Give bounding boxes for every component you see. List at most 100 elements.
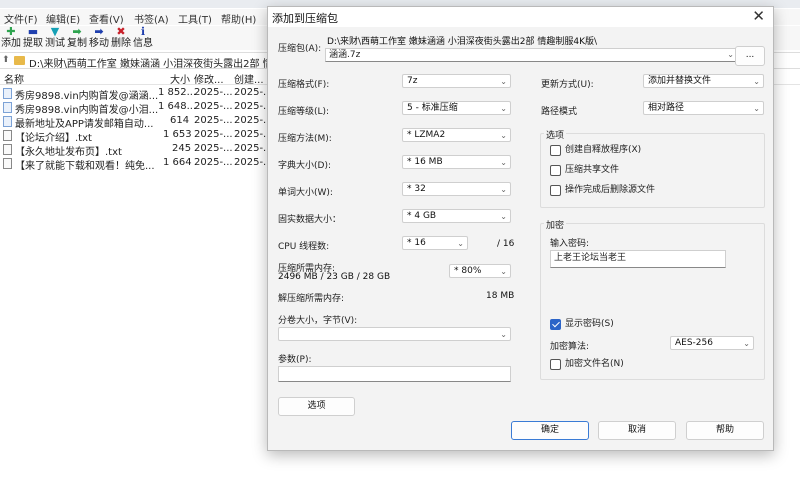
text-file-icon: [3, 158, 12, 169]
chevron-down-icon: ⌄: [500, 77, 507, 86]
browse-button[interactable]: ...: [735, 46, 765, 66]
folder-icon: [14, 56, 25, 65]
method-select[interactable]: * LZMA2 ⌄: [402, 128, 511, 142]
solid-block-label: 固实数据大小：: [278, 215, 342, 225]
archive-label: 压缩包(A):: [278, 44, 322, 54]
threads-label: CPU 线程数:: [278, 242, 330, 252]
password-label: 输入密码:: [550, 239, 590, 249]
menu-file[interactable]: 文件(F): [4, 11, 38, 26]
info-icon: ℹ: [140, 25, 146, 38]
image-file-icon: [3, 102, 12, 113]
text-file-icon: [3, 144, 12, 155]
chevron-down-icon: ⌄: [500, 267, 507, 276]
file-row[interactable]: 秀房9898.vin内购首发@涵涵... 1 852... 2025-... 2…: [0, 86, 273, 102]
address-path: D:\来财\西萌工作室 嫩妹涵涵 小泪深夜街头露出2部 情: [29, 59, 273, 70]
path-mode-select[interactable]: 相对路径 ⌄: [643, 101, 764, 115]
check-icon: ▼: [50, 25, 60, 38]
menu-edit[interactable]: 编辑(E): [46, 11, 80, 26]
solid-block-select[interactable]: * 4 GB ⌄: [402, 209, 511, 223]
parameters-label: 参数(P):: [278, 355, 312, 365]
chevron-down-icon: ⌄: [500, 212, 507, 221]
level-select[interactable]: 5 - 标准压缩 ⌄: [402, 101, 511, 115]
path-mode-label: 路径模式: [541, 107, 578, 117]
archive-name-combo[interactable]: 涵涵.7z ⌄: [325, 48, 738, 62]
parameters-input[interactable]: [278, 366, 511, 382]
show-password-checkbox[interactable]: 显示密码(S): [550, 319, 700, 331]
menu-bookmarks[interactable]: 书签(A): [134, 11, 169, 26]
password-input[interactable]: 上老王论坛当老王: [550, 250, 726, 268]
file-row[interactable]: 【永久地址发布页】.txt 245 2025-... 2025-...: [0, 142, 273, 158]
menu-help[interactable]: 帮助(H): [221, 11, 256, 26]
memory-percent-select[interactable]: * 80% ⌄: [449, 264, 511, 278]
create-sfx-checkbox[interactable]: 创建自释放程序(X): [550, 145, 740, 157]
help-button[interactable]: 帮助: [686, 421, 764, 440]
test-button[interactable]: ▼ 测试: [44, 26, 66, 50]
dictionary-label: 字典大小(D):: [278, 161, 331, 171]
decompress-memory-label: 解压缩所需内存:: [278, 294, 345, 304]
up-arrow-icon[interactable]: ⬆: [2, 55, 10, 65]
delete-button[interactable]: ✖ 删除: [110, 26, 132, 50]
chevron-down-icon: ⌄: [500, 158, 507, 167]
cancel-button[interactable]: 取消: [598, 421, 676, 440]
close-icon[interactable]: ✕: [752, 8, 765, 24]
dialog-title-bar: 添加到压缩包 ✕: [268, 7, 773, 27]
format-select[interactable]: 7z ⌄: [402, 74, 511, 88]
method-label: 压缩方法(M):: [278, 134, 332, 144]
extract-button[interactable]: ▬ 提取: [22, 26, 44, 50]
add-button[interactable]: ✚ 添加: [0, 26, 22, 50]
column-modified[interactable]: 修改...: [194, 71, 224, 86]
threads-select[interactable]: * 16 ⌄: [402, 236, 468, 250]
encrypt-filenames-checkbox[interactable]: 加密文件名(N): [550, 359, 700, 371]
column-size[interactable]: 大小: [170, 71, 190, 86]
text-file-icon: [3, 130, 12, 141]
archive-directory: D:\来财\西萌工作室 嫩妹涵涵 小泪深夜街头露出2部 情趣制服4K版\: [327, 37, 597, 47]
copy-button[interactable]: ➡ 复制: [66, 26, 88, 50]
compress-shared-checkbox[interactable]: 压缩共享文件: [550, 165, 740, 177]
file-row[interactable]: 秀房9898.vin内购首发@小泪... 1 648... 2025-... 2…: [0, 100, 273, 116]
file-row[interactable]: 最新地址及APP请发邮箱自动... 614 2025-... 2025-...: [0, 114, 273, 130]
format-label: 压缩格式(F):: [278, 80, 330, 90]
column-created[interactable]: 创建...: [234, 71, 264, 86]
word-size-select[interactable]: * 32 ⌄: [402, 182, 511, 196]
update-mode-select[interactable]: 添加并替换文件 ⌄: [643, 74, 764, 88]
chevron-down-icon: ⌄: [753, 77, 760, 86]
menu-tools[interactable]: 工具(T): [178, 11, 212, 26]
threads-max: / 16: [497, 239, 515, 249]
chevron-down-icon: ⌄: [500, 330, 507, 339]
word-size-label: 单词大小(W):: [278, 188, 333, 198]
memory-value: 2496 MB / 23 GB / 28 GB: [278, 272, 391, 282]
decompress-memory-value: 18 MB: [486, 291, 515, 301]
menu-view[interactable]: 查看(V): [89, 11, 124, 26]
ok-button[interactable]: 确定: [511, 421, 589, 440]
image-file-icon: [3, 116, 12, 127]
chevron-down-icon: ⌄: [743, 339, 750, 348]
move-button[interactable]: ➡ 移动: [88, 26, 110, 50]
minus-icon: ▬: [27, 25, 39, 38]
file-row[interactable]: 【来了就能下载和观看！纯免... 1 664 2025-... 2025-...: [0, 156, 273, 172]
encryption-method-select[interactable]: AES-256 ⌄: [670, 336, 754, 350]
arrow-right-icon: ➡: [94, 25, 104, 38]
image-file-icon: [3, 88, 12, 99]
delete-after-checkbox[interactable]: 操作完成后删除源文件: [550, 185, 740, 197]
file-row[interactable]: 【论坛介绍】.txt 1 653 2025-... 2025-...: [0, 128, 273, 144]
column-name[interactable]: 名称: [4, 71, 24, 86]
dialog-title: 添加到压缩包: [272, 12, 338, 25]
add-to-archive-dialog: 添加到压缩包 ✕ 压缩包(A): D:\来财\西萌工作室 嫩妹涵涵 小泪深夜街头…: [267, 6, 774, 451]
plus-icon: ✚: [6, 25, 16, 38]
update-mode-label: 更新方式(U):: [541, 80, 594, 90]
x-icon: ✖: [116, 25, 126, 38]
chevron-down-icon: ⌄: [500, 131, 507, 140]
split-volume-combo[interactable]: ⌄: [278, 327, 511, 341]
encryption-group-title: 加密: [544, 218, 567, 231]
chevron-down-icon: ⌄: [500, 104, 507, 113]
dictionary-select[interactable]: * 16 MB ⌄: [402, 155, 511, 169]
encryption-method-label: 加密算法:: [550, 342, 590, 352]
chevron-down-icon: ⌄: [727, 50, 734, 59]
arrow-right-icon: ➡: [72, 25, 82, 38]
level-label: 压缩等级(L):: [278, 107, 330, 117]
chevron-down-icon: ⌄: [500, 185, 507, 194]
options-button[interactable]: 选项: [278, 397, 355, 416]
chevron-down-icon: ⌄: [457, 239, 464, 248]
info-button[interactable]: ℹ 信息: [132, 26, 154, 50]
chevron-down-icon: ⌄: [753, 104, 760, 113]
